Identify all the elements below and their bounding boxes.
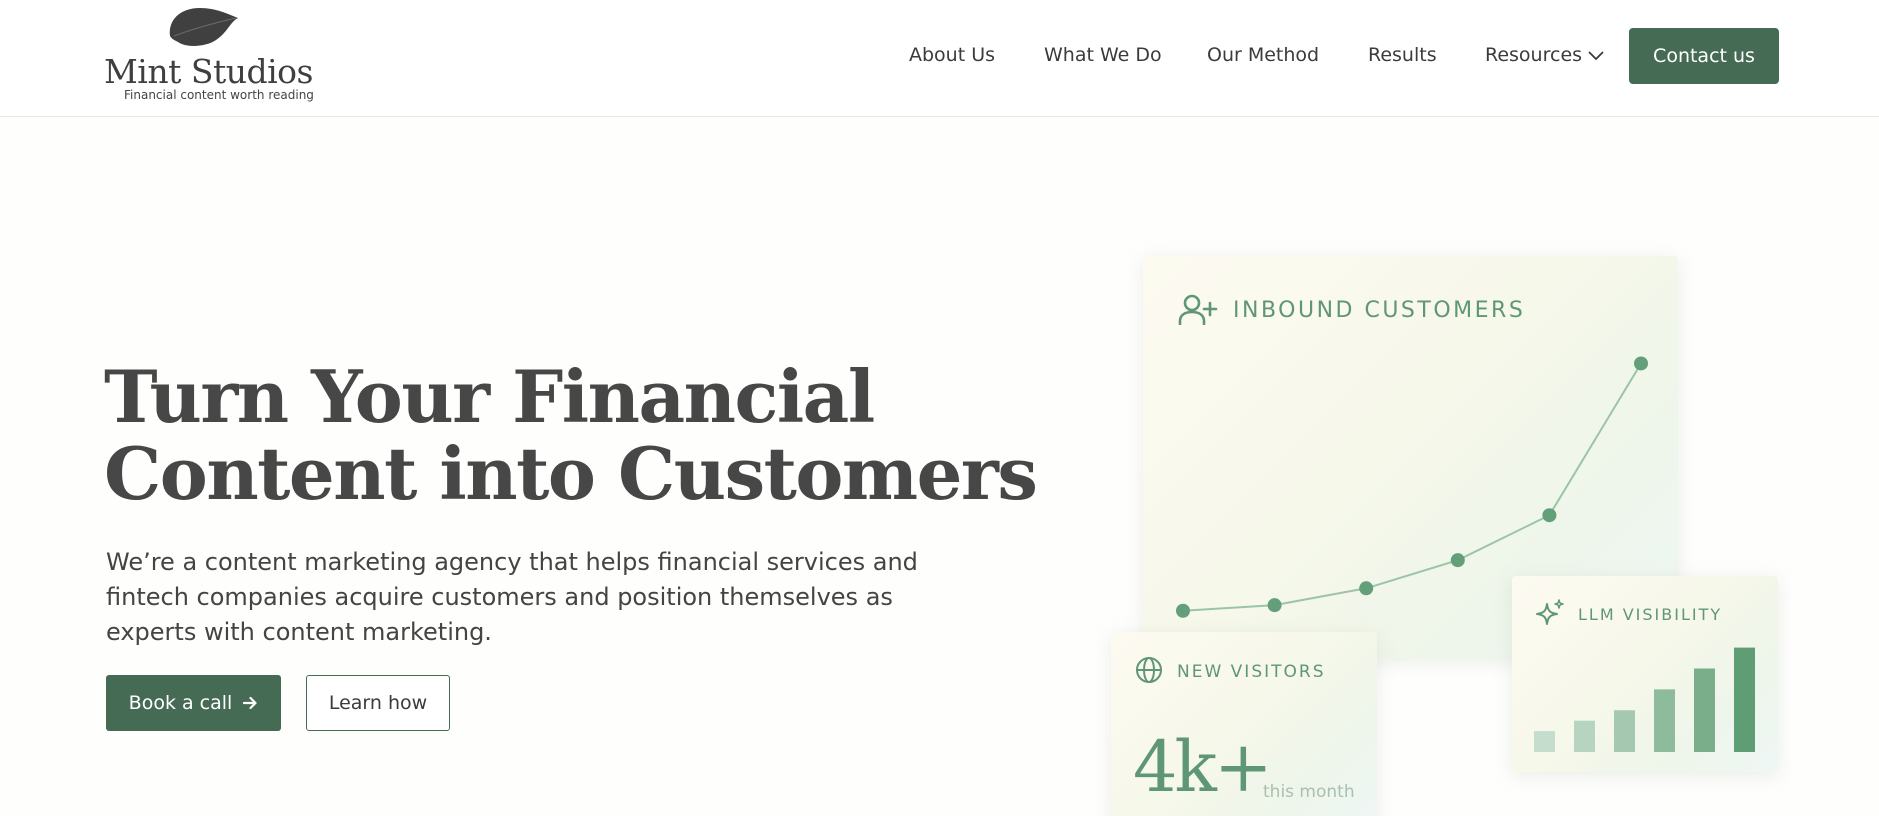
- hero-title: Turn Your Financial Content into Custome…: [104, 354, 1038, 516]
- leaf-icon: [169, 8, 238, 46]
- site-header: Mint Studios Financial content worth rea…: [0, 0, 1879, 117]
- llm-bar-6: [1734, 647, 1755, 752]
- new-visitors-unit: this month: [1263, 782, 1355, 802]
- sparkles-icon: [1536, 599, 1564, 625]
- inbound-point-2: [1267, 598, 1282, 613]
- llm-bar-5: [1694, 668, 1715, 752]
- inbound-point-1: [1176, 603, 1190, 618]
- new-visitors-label: NEW VISITORS: [1177, 662, 1326, 682]
- globe-icon: [1136, 657, 1162, 683]
- llm-bar-3: [1614, 710, 1635, 752]
- arrow-right-icon: [243, 696, 257, 710]
- book-a-call-label: Book a call: [128, 692, 233, 714]
- inbound-point-3: [1359, 581, 1374, 596]
- learn-how-button[interactable]: Learn how: [306, 675, 450, 731]
- llm-visibility-label: LLM VISIBILITY: [1578, 605, 1723, 624]
- hero-title-line-2: Content into Customers: [104, 431, 1038, 516]
- llm-bar-1: [1534, 731, 1555, 752]
- inbound-customers-line: [1182, 362, 1642, 612]
- new-visitors-value: 4k+: [1133, 726, 1273, 808]
- logo-title: Mint Studios: [104, 52, 313, 91]
- inbound-point-6: [1634, 356, 1648, 371]
- llm-visibility-chart: [1534, 647, 1755, 752]
- chevron-down-icon[interactable]: [1587, 49, 1605, 61]
- hero-title-line-1: Turn Your Financial: [104, 354, 875, 439]
- inbound-point-5: [1542, 508, 1557, 523]
- nav-what-we-do[interactable]: What We Do: [1044, 44, 1162, 66]
- llm-bar-2: [1574, 720, 1595, 752]
- nav-our-method[interactable]: Our Method: [1207, 44, 1319, 66]
- hero-subtitle: We’re a content marketing agency that he…: [106, 548, 918, 646]
- llm-visibility-card: LLM VISIBILITY: [1512, 576, 1778, 772]
- inbound-point-4: [1450, 553, 1465, 568]
- nav-results[interactable]: Results: [1368, 44, 1437, 66]
- book-a-call-button[interactable]: Book a call: [106, 675, 281, 731]
- logo[interactable]: Mint Studios Financial content worth rea…: [104, 6, 314, 106]
- new-visitors-card: NEW VISITORS 4k+ this month: [1111, 632, 1377, 816]
- contact-us-button[interactable]: Contact us: [1629, 28, 1779, 84]
- nav-resources[interactable]: Resources: [1485, 44, 1582, 66]
- nav-about-us[interactable]: About Us: [909, 44, 995, 66]
- llm-bar-4: [1654, 689, 1675, 752]
- logo-tagline: Financial content worth reading: [124, 88, 314, 102]
